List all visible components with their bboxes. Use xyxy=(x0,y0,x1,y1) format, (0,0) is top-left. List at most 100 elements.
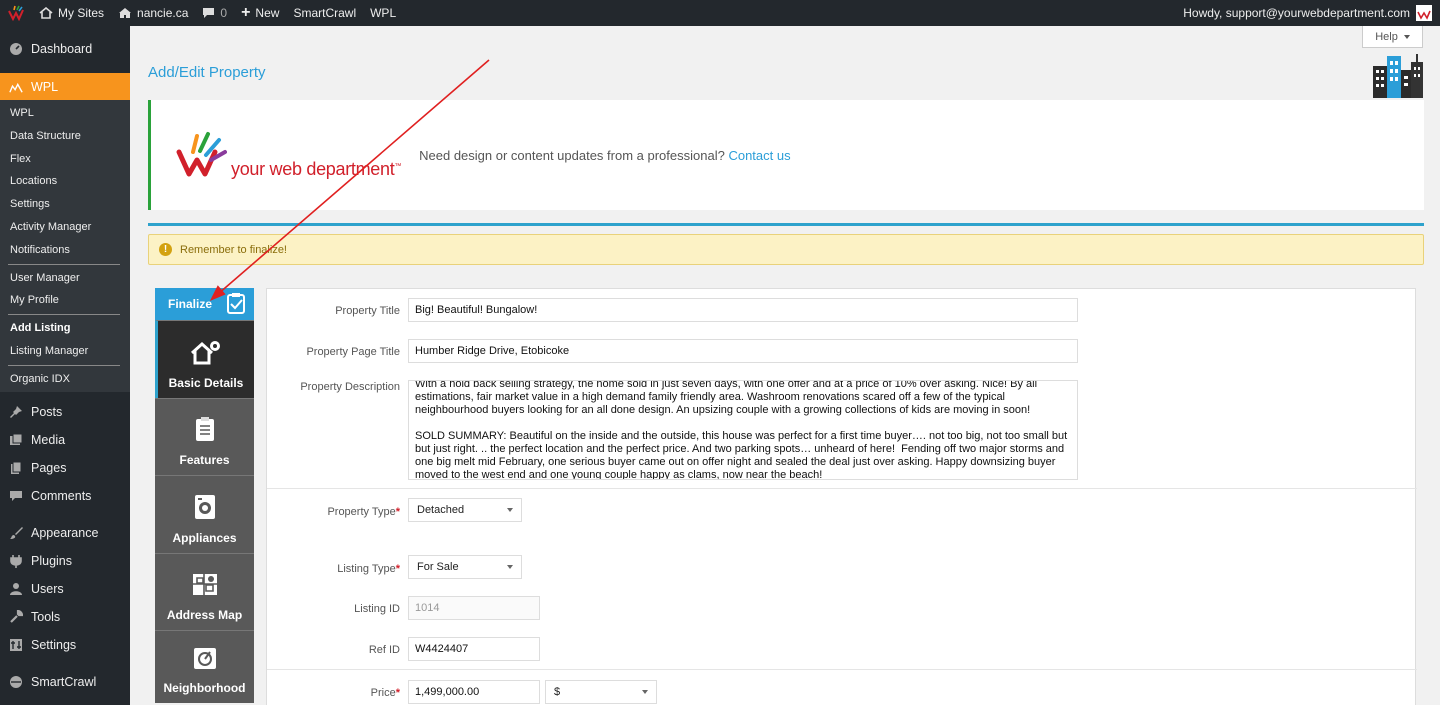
submenu-item-settings[interactable]: Settings xyxy=(0,193,130,216)
chevron-down-icon xyxy=(507,508,513,512)
sidebar-item-label: SmartCrawl xyxy=(31,674,97,689)
tab-label: Basic Details xyxy=(168,375,244,390)
tab-appliances[interactable]: Appliances xyxy=(155,475,254,553)
comments-icon xyxy=(9,489,23,503)
my-sites-label: My Sites xyxy=(58,6,105,20)
submenu-item-activity-manager[interactable]: Activity Manager xyxy=(0,216,130,239)
tab-label: Appliances xyxy=(172,530,237,545)
chevron-down-icon xyxy=(507,565,513,569)
neighborhood-icon xyxy=(193,644,217,673)
sidebar-item-label: Tools xyxy=(31,609,61,624)
sidebar-item-dashboard[interactable]: Dashboard xyxy=(0,35,130,63)
sidebar-item-label: Media xyxy=(31,432,66,447)
page-title: Add/Edit Property xyxy=(148,64,266,81)
submenu-item-wpl[interactable]: WPL xyxy=(0,102,130,125)
finalize-notice: ! Remember to finalize! xyxy=(148,234,1424,265)
listing-type-select[interactable]: For Sale xyxy=(408,555,522,579)
site-name-menu[interactable]: nancie.ca xyxy=(111,0,195,26)
tab-basic-details[interactable]: Basic Details xyxy=(155,320,254,398)
account-menu[interactable]: Howdy, support@yourwebdepartment.com xyxy=(1183,5,1440,21)
sidebar-item-label: WPL xyxy=(31,79,59,94)
submenu-divider xyxy=(8,364,120,366)
admin-sidebar: Dashboard WPL WPL Data Structure Flex Lo… xyxy=(0,26,130,705)
howdy-label: Howdy, support@yourwebdepartment.com xyxy=(1183,6,1410,20)
listing-tabs: Finalize Basic Details Features Applianc… xyxy=(155,288,254,703)
tab-features[interactable]: Features xyxy=(155,397,254,475)
brand-wordmark: your web department™ xyxy=(231,159,402,179)
submenu-item-user-manager[interactable]: User Manager xyxy=(0,267,130,290)
sidebar-item-label: Pages xyxy=(31,460,67,475)
ref-id-input[interactable]: W4424407 xyxy=(408,637,540,661)
submenu-divider xyxy=(8,263,120,265)
contact-us-link[interactable]: Contact us xyxy=(728,148,790,163)
price-input[interactable]: 1,499,000.00 xyxy=(408,680,540,704)
comments-menu[interactable]: 0 xyxy=(195,0,234,26)
price-label: Price* xyxy=(370,687,400,699)
wpl-menu[interactable]: WPL xyxy=(363,0,403,26)
property-page-title-label: Property Page Title xyxy=(306,346,400,358)
sidebar-item-posts[interactable]: Posts xyxy=(0,398,130,426)
submenu-item-flex[interactable]: Flex xyxy=(0,148,130,171)
smartcrawl-icon xyxy=(9,675,23,689)
sidebar-item-users[interactable]: Users xyxy=(0,575,130,603)
help-tab-button[interactable]: Help xyxy=(1362,26,1423,48)
sidebar-item-label: Users xyxy=(31,581,64,596)
new-label: New xyxy=(255,6,280,20)
currency-select[interactable]: $ xyxy=(545,680,657,704)
basic-details-form: Property Title Big! Beautiful! Bungalow!… xyxy=(266,288,1417,705)
tab-neighborhood[interactable]: Neighborhood xyxy=(155,630,254,703)
promo-banner: your web department™ Need design or cont… xyxy=(148,100,1424,210)
promo-message: Need design or content updates from a pr… xyxy=(419,147,791,163)
help-label: Help xyxy=(1375,30,1398,43)
plug-icon xyxy=(9,554,23,568)
brand-logo: your web department™ xyxy=(175,130,401,180)
comments-count: 0 xyxy=(220,6,228,20)
property-description-textarea[interactable]: With a hold back selling strategy, the h… xyxy=(408,380,1078,480)
sidebar-item-settings[interactable]: Settings xyxy=(0,631,130,659)
finalize-label: Finalize xyxy=(168,297,213,311)
brand-logo-icon xyxy=(7,5,25,21)
sidebar-item-label: Plugins xyxy=(31,553,72,568)
sidebar-item-smartcrawl[interactable]: SmartCrawl xyxy=(0,668,130,696)
submenu-item-my-profile[interactable]: My Profile xyxy=(0,289,130,312)
house-icon xyxy=(39,7,53,19)
property-description-label: Property Description xyxy=(300,381,400,393)
wp-logo-menu[interactable] xyxy=(0,0,32,26)
smartcrawl-menu[interactable]: SmartCrawl xyxy=(286,0,363,26)
divider xyxy=(148,223,1424,226)
submenu-item-locations[interactable]: Locations xyxy=(0,170,130,193)
house-gear-icon xyxy=(190,339,222,368)
submenu-item-notifications[interactable]: Notifications xyxy=(0,239,130,262)
site-name-label: nancie.ca xyxy=(137,6,189,20)
property-type-select[interactable]: Detached xyxy=(408,498,522,522)
pushpin-icon xyxy=(9,405,23,419)
sidebar-item-wpl[interactable]: WPL xyxy=(0,73,130,100)
map-icon xyxy=(192,571,218,600)
triangle-down-icon xyxy=(1403,34,1410,39)
user-icon xyxy=(9,582,23,596)
listing-type-label: Listing Type* xyxy=(337,563,400,575)
property-page-title-input[interactable]: Humber Ridge Drive, Etobicoke xyxy=(408,339,1078,363)
new-content-menu[interactable]: + New xyxy=(234,0,286,26)
sidebar-item-appearance[interactable]: Appearance xyxy=(0,519,130,547)
avatar xyxy=(1416,5,1432,21)
tab-address-map[interactable]: Address Map xyxy=(155,552,254,630)
submenu-item-add-listing[interactable]: Add Listing xyxy=(0,317,130,340)
sidebar-item-plugins[interactable]: Plugins xyxy=(0,547,130,575)
divider xyxy=(267,488,1417,489)
finalize-button[interactable]: Finalize xyxy=(155,288,254,320)
property-title-input[interactable]: Big! Beautiful! Bungalow! xyxy=(408,298,1078,322)
submenu-item-listing-manager[interactable]: Listing Manager xyxy=(0,340,130,363)
sidebar-item-comments[interactable]: Comments xyxy=(0,482,130,510)
sidebar-item-label: Appearance xyxy=(31,525,99,540)
wpl-submenu: WPL Data Structure Flex Locations Settin… xyxy=(0,100,130,392)
sidebar-item-pages[interactable]: Pages xyxy=(0,454,130,482)
submenu-item-organic-idx[interactable]: Organic IDX xyxy=(0,368,130,392)
clipboard-check-icon xyxy=(226,292,246,317)
sidebar-item-media[interactable]: Media xyxy=(0,426,130,454)
submenu-item-data-structure[interactable]: Data Structure xyxy=(0,125,130,148)
paintbrush-icon xyxy=(9,526,23,540)
brand-hand-icon xyxy=(176,132,227,177)
sidebar-item-tools[interactable]: Tools xyxy=(0,603,130,631)
my-sites-menu[interactable]: My Sites xyxy=(32,0,111,26)
